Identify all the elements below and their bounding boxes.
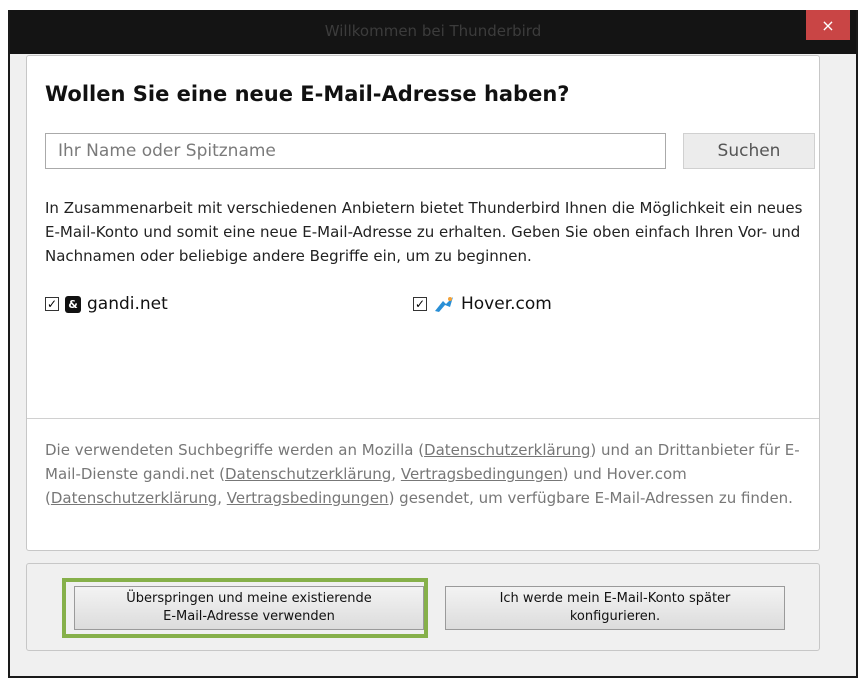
gandi-checkbox[interactable]: ✓ xyxy=(45,297,59,311)
divider xyxy=(27,418,819,419)
action-panel: Überspringen und meine existierende E-Ma… xyxy=(26,563,820,651)
provider-label-hover: Hover.com xyxy=(461,294,552,314)
new-address-panel: Wollen Sie eine neue E-Mail-Adresse habe… xyxy=(26,55,820,551)
hover-terms-link[interactable]: Vertragsbedingungen xyxy=(227,489,389,507)
title-bar[interactable]: Willkommen bei Thunderbird × xyxy=(10,10,856,54)
mozilla-privacy-link[interactable]: Datenschutzerklärung xyxy=(424,441,590,459)
hover-checkbox[interactable]: ✓ xyxy=(413,297,427,311)
gandi-privacy-link[interactable]: Datenschutzerklärung xyxy=(225,465,391,483)
skip-button-label-2: E-Mail-Adresse verwenden xyxy=(163,609,335,624)
privacy-text: Die verwendeten Suchbegriffe werden an M… xyxy=(45,441,425,459)
gandi-logo-icon: & xyxy=(65,295,81,313)
close-icon: × xyxy=(821,15,835,35)
privacy-text: , xyxy=(217,489,227,507)
window-title: Willkommen bei Thunderbird xyxy=(324,22,542,40)
skip-button[interactable]: Überspringen und meine existierende E-Ma… xyxy=(74,586,424,630)
provider-label-gandi: gandi.net xyxy=(87,294,168,314)
configure-later-button[interactable]: Ich werde mein E-Mail-Konto später konfi… xyxy=(445,586,785,630)
skip-button-label-1: Überspringen und meine existierende xyxy=(126,591,372,606)
later-button-label-2: konfigurieren. xyxy=(569,609,661,624)
gandi-terms-link[interactable]: Vertragsbedingungen xyxy=(401,465,563,483)
description-text: In Zusammenarbeit mit verschiedenen Anbi… xyxy=(45,199,803,265)
hover-privacy-link[interactable]: Datenschutzerklärung xyxy=(51,489,217,507)
page-title: Wollen Sie eine neue E-Mail-Adresse habe… xyxy=(45,82,570,106)
later-button-label-1: Ich werde mein E-Mail-Konto später xyxy=(499,591,731,606)
privacy-text: ) gesendet, um verfügbare E-Mail-Adresse… xyxy=(388,489,793,507)
provider-hover[interactable]: ✓ Hover.com xyxy=(413,294,552,314)
privacy-text: , xyxy=(391,465,401,483)
name-search-input[interactable]: Ihr Name oder Spitzname xyxy=(45,133,666,169)
search-button[interactable]: Suchen xyxy=(683,133,815,169)
close-button[interactable]: × xyxy=(806,10,850,40)
provider-gandi[interactable]: ✓ & gandi.net xyxy=(45,294,168,314)
privacy-notice: Die verwendeten Suchbegriffe werden an M… xyxy=(45,438,815,510)
hover-logo-icon xyxy=(435,297,453,312)
